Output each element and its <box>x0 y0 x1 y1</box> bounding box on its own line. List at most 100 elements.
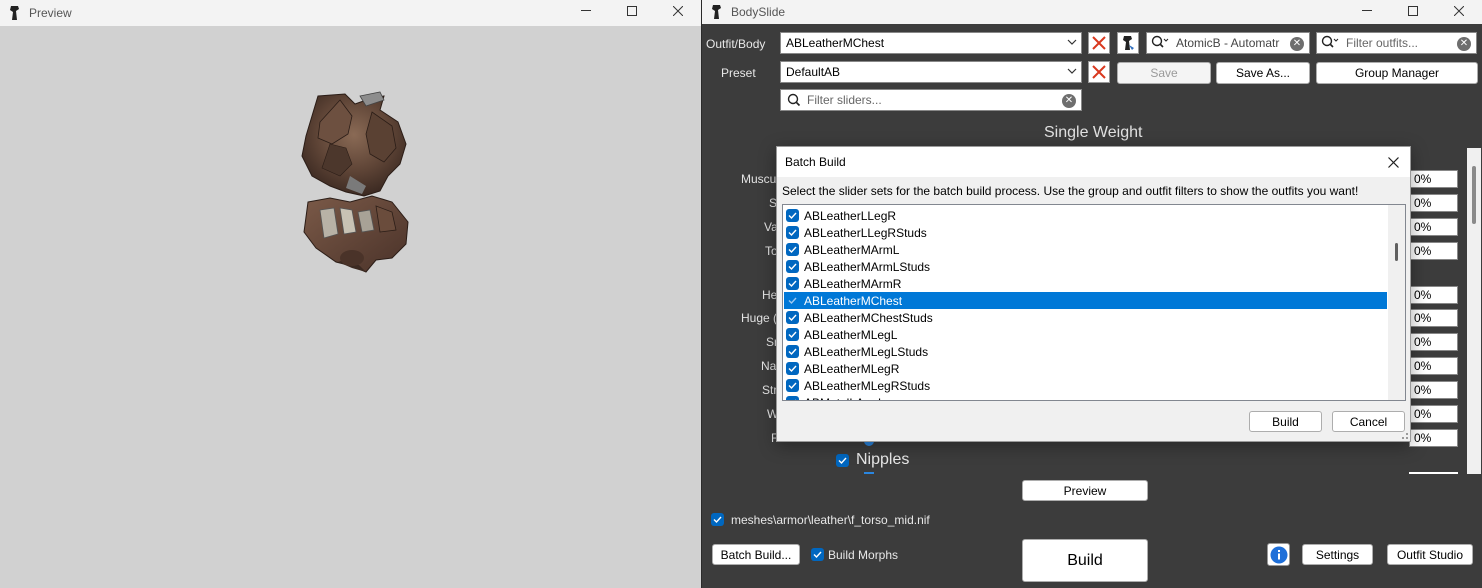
maximize-icon[interactable] <box>1390 0 1436 22</box>
clear-search-icon[interactable]: ✕ <box>1290 37 1304 51</box>
clear-outfit-button[interactable] <box>1088 32 1110 54</box>
settings-button[interactable]: Settings <box>1302 544 1373 565</box>
preset-label: Preset <box>721 66 756 80</box>
scrollbar-thumb[interactable] <box>1395 243 1398 261</box>
slider-value-field[interactable]: 0% <box>1409 194 1458 212</box>
item-checkbox[interactable] <box>786 345 799 358</box>
item-checkbox[interactable] <box>786 362 799 375</box>
group-filter-value: AtomicB - Automatr <box>1176 36 1280 50</box>
slider-set-list[interactable]: ABMetalLArmL ABLeatherMLegRStuds ABLeather… <box>782 204 1406 401</box>
list-item[interactable]: ABMetalLArmL <box>784 394 1387 400</box>
dialog-titlebar: Batch Build <box>777 147 1410 177</box>
item-checkbox[interactable] <box>786 311 799 324</box>
slider-value-field[interactable]: 0% <box>1409 309 1458 327</box>
dialog-build-button[interactable]: Build <box>1249 411 1322 432</box>
maximize-icon[interactable] <box>609 0 655 22</box>
item-checkbox[interactable] <box>786 209 799 222</box>
slider-value-field[interactable]: 0% <box>1409 333 1458 351</box>
checkmark-icon <box>788 382 797 390</box>
mesh-path-checkbox[interactable] <box>711 513 724 526</box>
save-as-button[interactable]: Save As... <box>1216 62 1310 84</box>
scrollbar-thumb[interactable] <box>1472 166 1476 224</box>
list-item[interactable]: ABLeatherLLegRStuds <box>784 224 1387 241</box>
bodyslide-title: BodySlide <box>731 5 786 19</box>
item-checkbox[interactable] <box>786 396 799 400</box>
item-checkbox[interactable] <box>786 294 799 307</box>
list-item[interactable]: ABLeatherMLegLStuds <box>784 343 1387 360</box>
item-checkbox[interactable] <box>786 260 799 273</box>
dialog-instructions: Select the slider sets for the batch bui… <box>782 184 1359 198</box>
bodyslide-titlebar: BodySlide <box>702 0 1482 24</box>
item-label: ABLeatherMLegRStuds <box>804 378 931 393</box>
list-scrollbar[interactable] <box>1388 205 1405 400</box>
slider-thumb[interactable] <box>864 472 874 474</box>
save-preset-button[interactable]: Save <box>1117 62 1211 84</box>
group-manager-button[interactable]: Group Manager <box>1316 62 1478 84</box>
slider-value-field[interactable]: 0% <box>1409 357 1458 375</box>
resize-grip-icon[interactable] <box>1399 430 1409 440</box>
slider-value-field[interactable]: 0% <box>1409 429 1458 447</box>
list-item[interactable]: ABLeatherMLegRStuds <box>784 377 1387 394</box>
build-morphs-checkbox[interactable] <box>811 548 824 561</box>
preview-3d-viewport[interactable] <box>0 26 701 588</box>
list-item[interactable]: ABLeatherMArmL <box>784 241 1387 258</box>
slider-value-field[interactable]: 0% <box>1409 405 1458 423</box>
item-checkbox[interactable] <box>786 226 799 239</box>
minimize-icon[interactable] <box>563 0 609 22</box>
preset-combo[interactable]: DefaultAB <box>780 61 1082 83</box>
outfit-body-label: Outfit/Body <box>706 37 766 51</box>
build-morphs-label: Build Morphs <box>828 548 899 562</box>
preview-button[interactable]: Preview <box>1022 480 1148 501</box>
sliders-scrollbar[interactable] <box>1467 148 1481 474</box>
list-item[interactable]: ABLeatherLLegR <box>784 207 1387 224</box>
item-label: ABLeatherMArmL <box>804 242 900 257</box>
checkmark-icon <box>788 314 797 322</box>
outfit-studio-button[interactable]: Outfit Studio <box>1387 544 1473 565</box>
item-checkbox[interactable] <box>786 277 799 290</box>
item-checkbox[interactable] <box>786 243 799 256</box>
info-icon <box>1270 546 1287 563</box>
nipples-group-checkbox[interactable] <box>836 454 849 467</box>
slider-value-field[interactable]: 0% <box>1409 170 1458 188</box>
item-checkbox[interactable] <box>786 379 799 392</box>
slider-value-field[interactable]: 0% <box>1409 381 1458 399</box>
outfit-body-value: ABLeatherMChest <box>786 36 885 50</box>
preview-titlebar: Preview <box>0 0 701 26</box>
minimize-icon[interactable] <box>1344 0 1390 22</box>
checkmark-icon <box>788 348 797 356</box>
bodyslide-logo-icon <box>711 5 723 19</box>
list-item[interactable]: ABLeatherMArmR <box>784 275 1387 292</box>
checkmark-icon <box>795 399 796 400</box>
outfit-studio-shortcut-button[interactable] <box>1117 32 1139 54</box>
item-checkbox[interactable] <box>786 328 799 341</box>
close-icon[interactable] <box>655 0 701 22</box>
build-button[interactable]: Build <box>1022 539 1148 582</box>
checkmark-icon <box>788 229 797 237</box>
slider-filter-search[interactable]: Filter sliders... ✕ <box>780 89 1082 111</box>
list-item[interactable]: ABLeatherMLegR <box>784 360 1387 377</box>
list-item[interactable]: ABLeatherMChestStuds <box>784 309 1387 326</box>
item-label: ABLeatherMArmLStuds <box>804 259 931 274</box>
outfit-filter-search[interactable]: Filter outfits... ✕ <box>1316 32 1477 54</box>
close-icon[interactable] <box>1376 147 1410 177</box>
batch-build-button[interactable]: Batch Build... <box>712 544 800 565</box>
nipples-group-label: Nipples <box>856 451 910 468</box>
info-button[interactable] <box>1267 543 1290 566</box>
list-item[interactable]: ABLeatherMChest <box>784 292 1387 309</box>
list-item[interactable]: ABLeatherMArmLStuds <box>784 258 1387 275</box>
preview-window: Preview <box>0 0 701 588</box>
slider-value-field[interactable]: 0% <box>1409 286 1458 304</box>
close-icon[interactable] <box>1436 0 1482 22</box>
clear-search-icon[interactable]: ✕ <box>1457 37 1471 51</box>
checkmark-icon <box>713 516 722 524</box>
clear-preset-button[interactable] <box>1088 61 1110 83</box>
list-item[interactable]: ABLeatherMLegL <box>784 326 1387 343</box>
slider-value-field[interactable]: 0% <box>1409 218 1458 236</box>
group-filter-search[interactable]: AtomicB - Automatr ✕ <box>1146 32 1310 54</box>
clear-search-icon[interactable]: ✕ <box>1062 94 1076 108</box>
slider-label: Muscu <box>741 172 777 186</box>
slider-value-field[interactable]: 0% <box>1409 242 1458 260</box>
close-red-icon <box>1092 36 1106 50</box>
outfit-body-combo[interactable]: ABLeatherMChest <box>780 32 1082 54</box>
dialog-cancel-button[interactable]: Cancel <box>1332 411 1405 432</box>
